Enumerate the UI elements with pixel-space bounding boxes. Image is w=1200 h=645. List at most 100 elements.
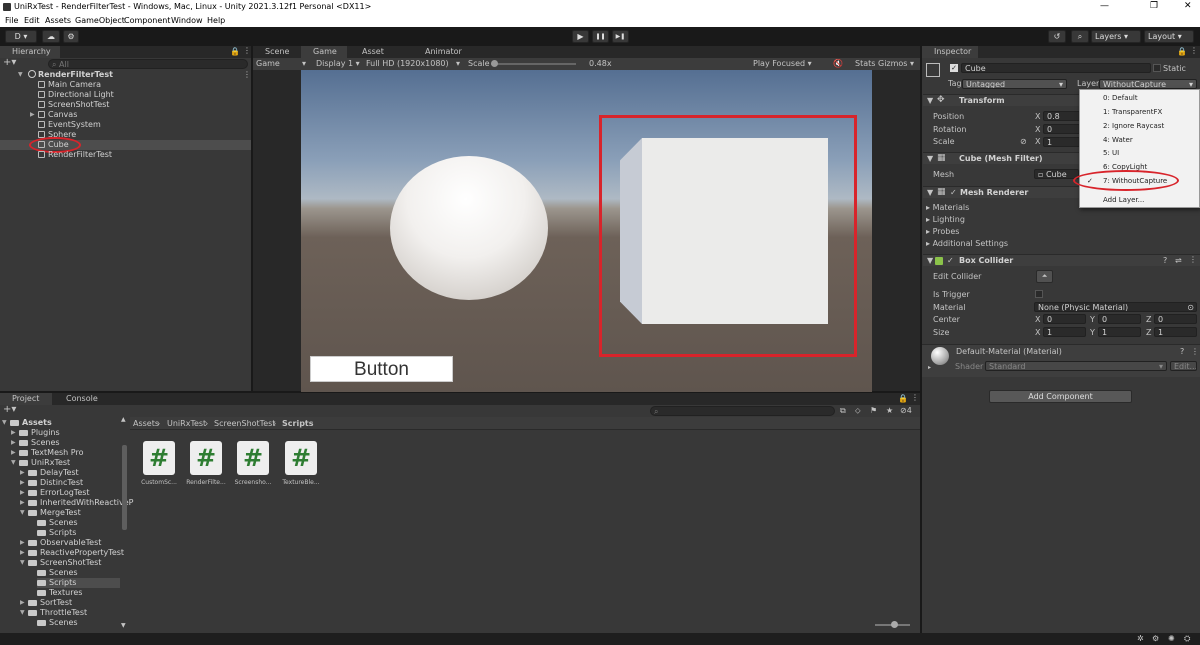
hierarchy-search-input[interactable]: ⌕ All [48, 59, 248, 69]
center-z-field[interactable]: 0 [1154, 314, 1197, 324]
csharp-script-icon[interactable]: # [143, 441, 175, 475]
expand-arrow-icon[interactable]: ▶ [20, 478, 25, 488]
layer-option[interactable]: 4: Water [1103, 136, 1133, 144]
hierarchy-item[interactable]: RenderFilterTest [38, 150, 112, 160]
folder-tree-item[interactable]: Scripts [37, 528, 76, 538]
asset-file-name[interactable]: Screensho... [231, 479, 275, 486]
folder-tree-item[interactable]: ▼ MergeTest [20, 508, 81, 518]
folder-tree-item[interactable]: ▼ ScreenShotTest [20, 558, 101, 568]
asset-file-name[interactable]: RenderFilte... [184, 479, 228, 486]
expand-arrow-icon[interactable]: ▶ [20, 548, 25, 558]
hierarchy-item[interactable]: Directional Light [38, 90, 114, 100]
shader-edit-button[interactable]: Edit... [1170, 361, 1197, 371]
collapse-arrow-icon[interactable]: ▼ [927, 154, 933, 163]
menu-component[interactable]: Component [124, 16, 170, 25]
scene-more-icon[interactable]: ⋮ [243, 70, 251, 79]
expand-arrow-icon[interactable]: ▸ [928, 364, 931, 371]
collapse-arrow-icon[interactable]: ▼ [927, 188, 933, 197]
play-button[interactable]: ▶ [572, 30, 589, 43]
center-y-field[interactable]: 0 [1098, 314, 1141, 324]
help-icon[interactable]: ? [1163, 256, 1167, 265]
expand-arrow-icon[interactable]: ▶ [20, 598, 25, 608]
size-y-field[interactable]: 1 [1098, 327, 1141, 337]
resolution-dropdown[interactable]: Full HD (1920x1080) ▾ [366, 59, 460, 68]
folder-tree-item[interactable]: ▼ ThrottleTest [20, 608, 87, 618]
breadcrumb-scripts[interactable]: Scripts [282, 419, 314, 428]
menu-window[interactable]: Window [171, 16, 203, 25]
scene-root[interactable]: ▼ RenderFilterTest [18, 70, 113, 80]
layer-option[interactable]: 1: TransparentFX [1103, 108, 1162, 116]
menu-gameobject[interactable]: GameObject [75, 16, 125, 25]
additional-settings-section[interactable]: ▸ Additional Settings [926, 239, 1008, 248]
maximize-button[interactable]: ❐ [1150, 1, 1158, 11]
asset-file-name[interactable]: CustomSc... [137, 479, 181, 486]
expand-arrow-icon[interactable]: ▶ [20, 498, 25, 508]
network-icon[interactable]: ⛭ [1184, 634, 1190, 644]
edit-collider-button[interactable]: ⏶ [1036, 270, 1053, 283]
view-mode-dropdown[interactable]: Game ▾ [256, 59, 306, 68]
menu-help[interactable]: Help [207, 16, 225, 25]
cloud-icon[interactable]: ☁ [42, 30, 60, 43]
layout-dropdown[interactable]: Layout ▾ [1144, 30, 1194, 43]
scroll-down-icon[interactable]: ▼ [121, 622, 126, 629]
expand-arrow-icon[interactable]: ▼ [20, 608, 25, 618]
csharp-script-icon[interactable]: # [190, 441, 222, 475]
layer-option[interactable]: 2: Ignore Raycast [1103, 122, 1164, 130]
more-icon[interactable]: ⋮ [911, 393, 919, 402]
folder-tree-item[interactable]: ▼ Assets [2, 418, 52, 428]
csharp-script-icon[interactable]: # [285, 441, 317, 475]
scale-slider-handle[interactable] [491, 60, 498, 67]
expand-arrow-icon[interactable]: ▶ [20, 538, 25, 548]
lock-icon[interactable]: 🔒 [1177, 47, 1187, 56]
history-icon[interactable]: ↺ [1048, 30, 1066, 43]
tree-scrollbar[interactable] [122, 445, 127, 530]
breadcrumb-screenshottest[interactable]: ScreenShotTest [214, 419, 275, 428]
project-search-input[interactable]: ⌕ [650, 406, 835, 416]
preset-icon[interactable]: ⇌ [1175, 256, 1182, 265]
tab-game[interactable]: Game [301, 46, 347, 58]
constrain-link-icon[interactable]: ⊘ [1020, 137, 1027, 146]
tab-scene[interactable]: Scene [253, 46, 301, 58]
scale-slider[interactable] [491, 63, 576, 65]
expand-arrow-icon[interactable]: ▼ [11, 458, 16, 468]
enabled-checkbox[interactable]: ✓ [947, 256, 954, 265]
stats-button[interactable]: Stats [855, 59, 875, 68]
more-icon[interactable]: ⋮ [243, 46, 251, 55]
lighting-section[interactable]: ▸ Lighting [926, 215, 965, 224]
csharp-script-icon[interactable]: # [237, 441, 269, 475]
tag-dropdown[interactable]: Untagged ▾ [962, 79, 1067, 89]
hierarchy-item[interactable]: ▶ Canvas [30, 110, 77, 120]
game-viewport[interactable]: Button [301, 70, 872, 392]
expand-arrow-icon[interactable]: ▼ [18, 70, 23, 80]
expand-arrow-icon[interactable]: ▶ [20, 488, 25, 498]
folder-tree-item[interactable]: ▼ UniRxTest [11, 458, 70, 468]
lighting-icon[interactable]: ✺ [1168, 634, 1175, 643]
icon-size-slider-handle[interactable] [891, 621, 898, 628]
hierarchy-item[interactable]: EventSystem [38, 120, 101, 130]
tag-icon[interactable]: ⚑ [870, 406, 877, 415]
layers-dropdown[interactable]: Layers ▾ [1091, 30, 1141, 43]
layer-option[interactable]: 0: Default [1103, 94, 1138, 102]
menu-file[interactable]: File [5, 16, 18, 25]
folder-tree-item[interactable]: ▶ InheritedWithReactiveP [20, 498, 134, 508]
menu-assets[interactable]: Assets [45, 16, 71, 25]
menu-edit[interactable]: Edit [24, 16, 40, 25]
size-x-field[interactable]: 1 [1043, 327, 1086, 337]
more-icon[interactable]: ⋮ [1191, 347, 1199, 356]
expand-arrow-icon[interactable]: ▼ [20, 558, 25, 568]
folder-tree-item[interactable]: ▶ ReactivePropertyTest [20, 548, 124, 558]
size-z-field[interactable]: 1 [1154, 327, 1197, 337]
rotation-x-field[interactable]: 0 [1043, 124, 1081, 134]
expand-arrow-icon[interactable]: ▶ [11, 448, 16, 458]
expand-arrow-icon[interactable]: ▶ [11, 428, 16, 438]
folder-tree-item[interactable]: ▶ DelayTest [20, 468, 79, 478]
active-checkbox[interactable]: ✓ [950, 64, 958, 72]
folder-tree-item[interactable]: ▶ TextMesh Pro [11, 448, 83, 458]
add-layer-option[interactable]: Add Layer... [1103, 196, 1144, 204]
lock-icon[interactable]: 🔒 [898, 394, 908, 403]
folder-tree-item[interactable]: Scenes [37, 618, 78, 628]
center-x-field[interactable]: 0 [1043, 314, 1086, 324]
search-icon[interactable]: ⌕ [1071, 30, 1089, 43]
box-collider-header[interactable]: ▼ ✓ Box Collider? ⇌ ⋮ [923, 254, 1200, 266]
scale-x-field[interactable]: 1 [1043, 137, 1081, 147]
